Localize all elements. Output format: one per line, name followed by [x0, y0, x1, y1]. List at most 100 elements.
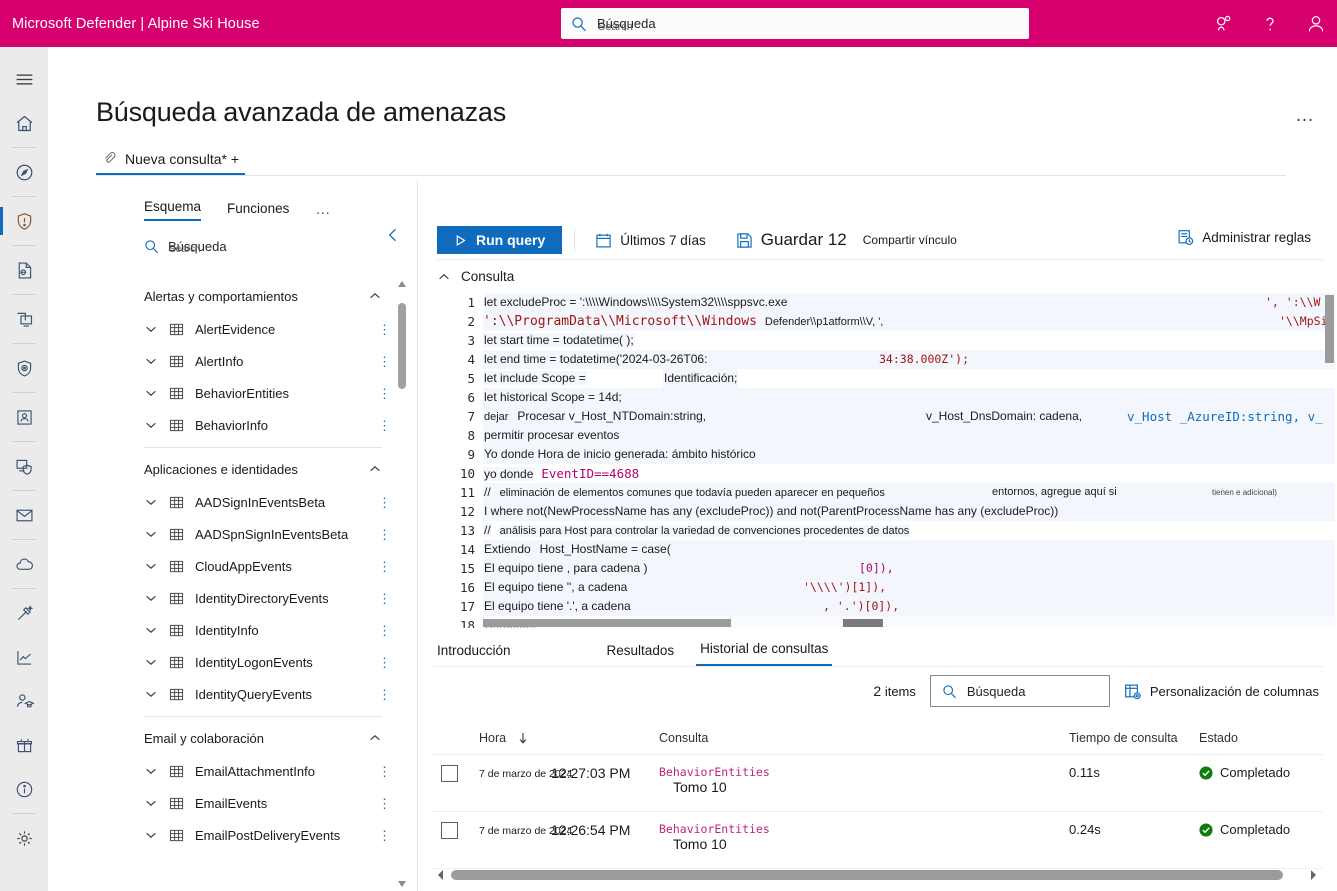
schema-table-aadspnsignineventsbeta[interactable]: AADSpnSignInEventsBeta ⋮	[144, 518, 391, 550]
code-line[interactable]: dejar Procesar v_Host_NTDomain:string, v…	[483, 407, 1335, 426]
schema-table-aadsignineventsbeta[interactable]: AADSignInEventsBeta ⋮	[144, 486, 391, 518]
scrollbar-thumb[interactable]	[451, 870, 1283, 880]
code-line[interactable]: // análisis para Host para controlar la …	[483, 521, 1335, 540]
schema-table-identityqueryevents[interactable]: IdentityQueryEvents ⋮	[144, 678, 391, 710]
run-query-button[interactable]: Run query	[437, 226, 563, 254]
schema-scroll-thumb[interactable]	[398, 303, 406, 389]
sidebar-item-email[interactable]	[0, 493, 48, 537]
schema-table-cloudappevents[interactable]: CloudAppEvents ⋮	[144, 550, 391, 582]
consulta-collapse-header[interactable]: Consulta	[437, 269, 514, 284]
global-search-box[interactable]: Búsqueda Search	[561, 8, 1029, 39]
scroll-right-icon[interactable]	[1305, 867, 1321, 883]
scrollbar-track[interactable]	[451, 870, 1303, 880]
header-time[interactable]: Hora	[479, 731, 659, 745]
row-checkbox[interactable]	[441, 822, 458, 839]
table-more-icon[interactable]: ⋮	[378, 688, 391, 701]
tab-esquema[interactable]: Esquema	[144, 199, 202, 221]
collapse-panel-icon[interactable]	[383, 225, 403, 245]
sidebar-item-threat-analytics[interactable]	[0, 346, 48, 390]
code-line[interactable]: permitir procesar eventos	[483, 426, 1335, 445]
table-more-icon[interactable]: ⋮	[378, 765, 391, 778]
sidebar-item-device-inventory[interactable]	[0, 297, 48, 341]
sidebar-item-hunting[interactable]	[0, 199, 48, 243]
schema-section-alertas[interactable]: Alertas y comportamientos	[144, 279, 382, 313]
sidebar-item-learning-hub[interactable]	[0, 679, 48, 723]
schema-table-emailevents[interactable]: EmailEvents ⋮	[144, 787, 391, 819]
help-icon[interactable]	[1259, 13, 1281, 35]
table-more-icon[interactable]: ⋮	[378, 797, 391, 810]
kql-query-editor[interactable]: 1 2 3 4 5 6 7 8 9 10 11 12 13 14 15 16 1…	[437, 293, 1335, 628]
sidebar-item-trials[interactable]	[0, 723, 48, 767]
scroll-down-icon[interactable]	[397, 879, 407, 889]
results-search-input[interactable]: Búsqueda	[929, 675, 1110, 707]
header-duration[interactable]: Tiempo de consulta	[1069, 731, 1199, 745]
table-row[interactable]: 7 de marzo de 2024 12:26:54 PM BehaviorE…	[433, 812, 1323, 869]
save-button[interactable]: Guardar 12	[728, 226, 855, 254]
table-more-icon[interactable]: ⋮	[378, 528, 391, 541]
tab-funciones[interactable]: Funciones	[227, 201, 289, 221]
schema-section-aplicaciones[interactable]: Aplicaciones e identidades	[144, 452, 382, 486]
code-line[interactable]: let include Scope = Identificación;	[483, 369, 1335, 388]
code-line[interactable]: let end time = todatetime('2024-03-26T06…	[483, 350, 1335, 369]
code-line[interactable]: let start time = todatetime( );	[483, 331, 1335, 350]
feedback-icon[interactable]	[1213, 13, 1235, 35]
schema-table-behaviorinfo[interactable]: BehaviorInfo ⋮	[144, 409, 391, 441]
account-icon[interactable]	[1305, 13, 1327, 35]
tab-historial-de-consultas[interactable]: Historial de consultas	[696, 641, 833, 666]
code-line[interactable]: Yo donde Hora de inicio generada: ámbito…	[483, 445, 1335, 464]
schema-search-input[interactable]: Búsqueda Search	[144, 233, 374, 259]
sidebar-item-tools[interactable]	[0, 591, 48, 635]
sidebar-item-secure-score[interactable]	[0, 395, 48, 439]
table-more-icon[interactable]: ⋮	[378, 419, 391, 432]
table-more-icon[interactable]: ⋮	[378, 560, 391, 573]
code-line[interactable]: ':\\ProgramData\\Microsoft\\Windows Defe…	[483, 312, 1335, 331]
sidebar-item-home[interactable]	[0, 101, 48, 145]
schema-table-behaviorentities[interactable]: BehaviorEntities ⋮	[144, 377, 391, 409]
table-more-icon[interactable]: ⋮	[378, 592, 391, 605]
row-checkbox[interactable]	[441, 765, 458, 782]
schema-table-alertevidence[interactable]: AlertEvidence ⋮	[144, 313, 391, 345]
scroll-up-icon[interactable]	[397, 279, 407, 289]
sidebar-item-endpoints[interactable]	[0, 444, 48, 488]
sidebar-item-info[interactable]	[0, 767, 48, 811]
customize-columns-button[interactable]: Personalización de columnas	[1124, 683, 1319, 700]
schema-table-emailpostdeliveryevents[interactable]: EmailPostDeliveryEvents ⋮	[144, 819, 391, 851]
sidebar-item-reports[interactable]	[0, 635, 48, 679]
scroll-left-icon[interactable]	[433, 867, 449, 883]
table-more-icon[interactable]: ⋮	[378, 656, 391, 669]
page-more-button[interactable]: …	[1295, 105, 1315, 127]
tab-introduccion[interactable]: Introducción	[433, 643, 515, 666]
editor-vscroll-thumb[interactable]	[1325, 295, 1334, 363]
code-line[interactable]: El equipo tiene , para cadena ) [0]),	[483, 559, 1335, 578]
sidebar-item-hamburger[interactable]	[0, 57, 48, 101]
sidebar-item-cloud-apps[interactable]	[0, 542, 48, 586]
sidebar-item-settings[interactable]	[0, 816, 48, 860]
code-line[interactable]: let excludeProc = ':\\\\Windows\\\\Syste…	[483, 293, 1335, 312]
table-more-icon[interactable]: ⋮	[378, 355, 391, 368]
time-range-button[interactable]: Últimos 7 días	[587, 226, 714, 254]
editor-hscroll-thumb[interactable]	[483, 619, 731, 627]
schema-table-emailattachmentinfo[interactable]: EmailAttachmentInfo ⋮	[144, 755, 391, 787]
sidebar-item-incidents[interactable]	[0, 150, 48, 194]
table-more-icon[interactable]: ⋮	[378, 323, 391, 336]
table-more-icon[interactable]: ⋮	[378, 624, 391, 637]
share-link-button[interactable]: Compartir vínculo	[855, 226, 965, 254]
schema-table-identitylogonevents[interactable]: IdentityLogonEvents ⋮	[144, 646, 391, 678]
table-more-icon[interactable]: ⋮	[378, 387, 391, 400]
schema-scrollbar[interactable]	[397, 279, 407, 891]
code-line[interactable]: let historical Scope = 14d;	[483, 388, 1335, 407]
schema-table-identityinfo[interactable]: IdentityInfo ⋮	[144, 614, 391, 646]
editor-code-lines[interactable]: let excludeProc = ':\\\\Windows\\\\Syste…	[483, 293, 1335, 628]
schema-table-identitydirectoryevents[interactable]: IdentityDirectoryEvents ⋮	[144, 582, 391, 614]
table-more-icon[interactable]: ⋮	[378, 496, 391, 509]
code-line[interactable]: // eliminación de elementos comunes que …	[483, 483, 1335, 502]
code-line[interactable]: yo donde EventID==4688	[483, 464, 1335, 483]
schema-section-email[interactable]: Email y colaboración	[144, 721, 382, 755]
sidebar-item-actions-center[interactable]	[0, 248, 48, 292]
editor-hscroll-thumb-secondary[interactable]	[843, 619, 883, 627]
table-more-icon[interactable]: ⋮	[378, 829, 391, 842]
tab-resultados[interactable]: Resultados	[603, 643, 679, 666]
manage-rules-button[interactable]: Administrar reglas	[1169, 223, 1319, 251]
code-line[interactable]: I where not(NewProcessName has any (excl…	[483, 502, 1335, 521]
code-line[interactable]: Extiendo Host_HostName = case(	[483, 540, 1335, 559]
